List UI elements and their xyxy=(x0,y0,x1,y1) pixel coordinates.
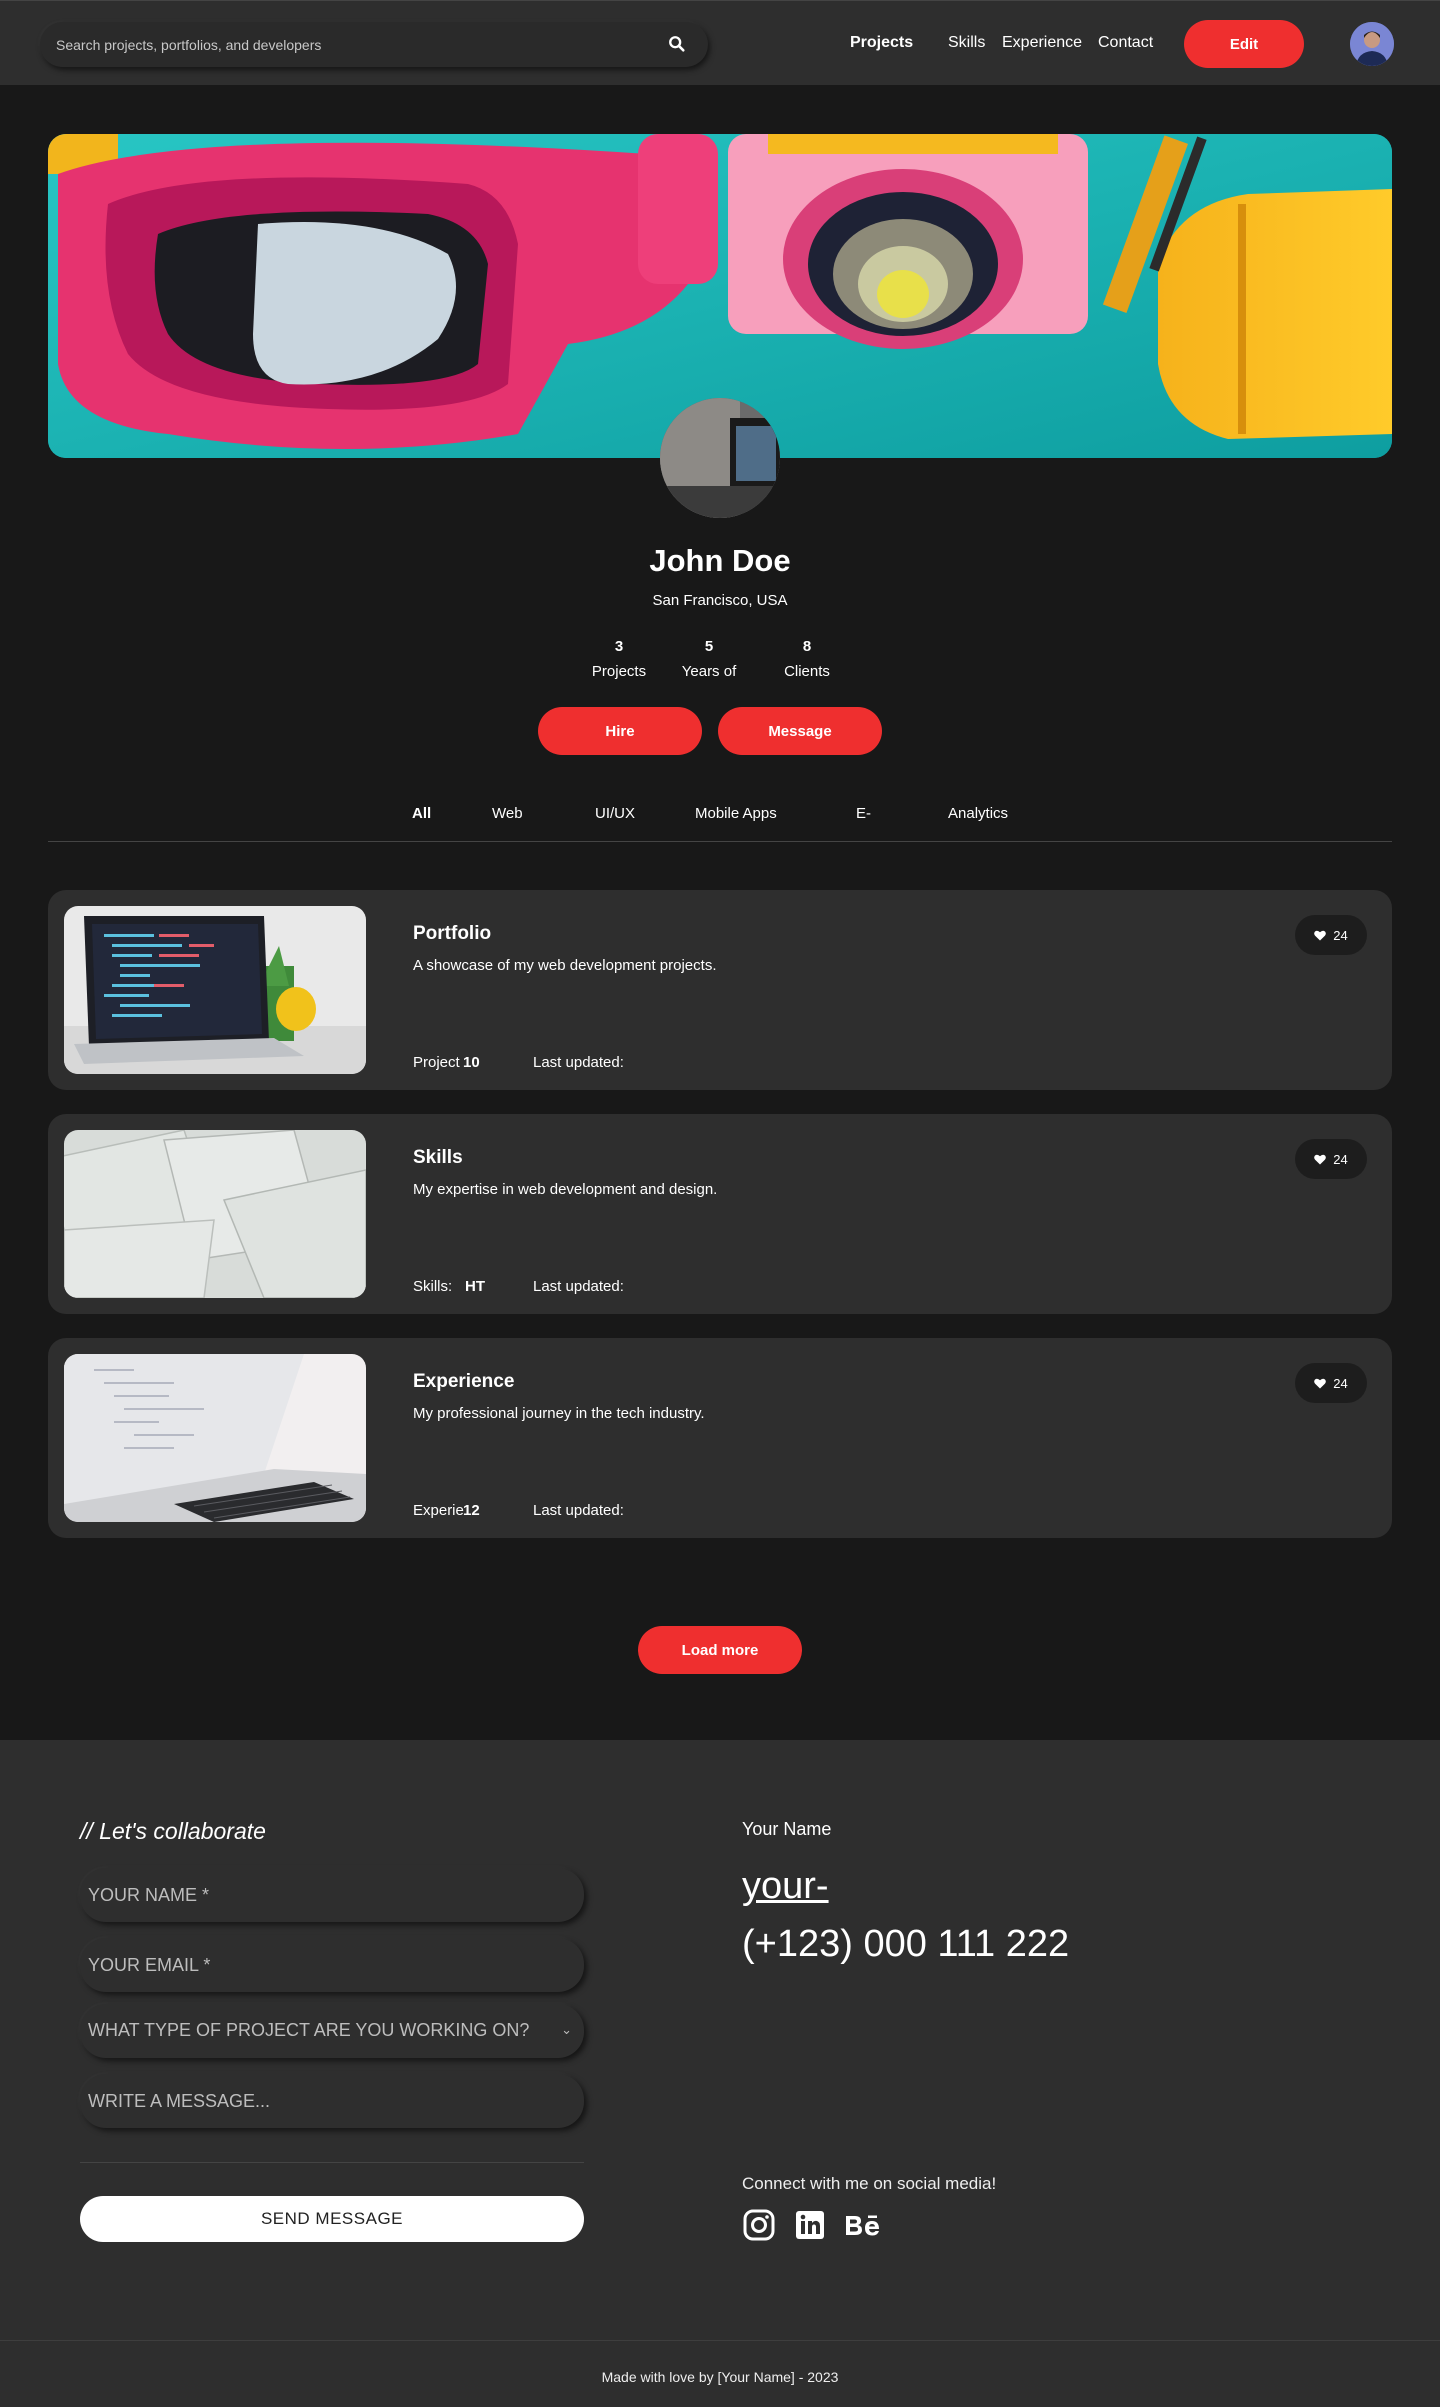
card-title: Experience xyxy=(413,1371,515,1392)
send-message-button[interactable]: SEND MESSAGE xyxy=(80,2196,584,2242)
email-link[interactable]: your- xyxy=(742,1865,829,1908)
card-last-updated: Last updated: xyxy=(533,1278,624,1295)
project-card-skills[interactable]: Skills My expertise in web development a… xyxy=(48,1114,1392,1314)
load-more-button[interactable]: Load more xyxy=(638,1626,802,1674)
profile-location: San Francisco, USA xyxy=(652,592,788,609)
stat-clients: 8 Clients xyxy=(757,638,857,680)
heart-icon xyxy=(1314,1154,1327,1164)
social-connect-text: Connect with me on social media! xyxy=(742,2174,997,2193)
project-card-portfolio[interactable]: Portfolio A showcase of my web developme… xyxy=(48,890,1392,1090)
card-description: My professional journey in the tech indu… xyxy=(413,1405,705,1422)
profile-photo-image xyxy=(660,398,780,518)
message-button[interactable]: Message xyxy=(718,707,882,755)
card-meta-value: HT xyxy=(465,1278,485,1295)
search-bar[interactable] xyxy=(40,22,708,67)
tabs-divider xyxy=(48,841,1392,842)
linkedin-icon[interactable] xyxy=(793,2208,827,2242)
card-meta-label: Skills: xyxy=(413,1278,453,1295)
card-meta-value: 12 xyxy=(463,1502,480,1519)
nav-link-experience[interactable]: Experience xyxy=(1002,34,1082,52)
card-description: My expertise in web development and desi… xyxy=(413,1181,718,1198)
like-button[interactable]: 24 xyxy=(1295,1139,1367,1179)
page-footer: Made with love by [Your Name] - 2023 xyxy=(0,2340,1440,2407)
tab-ui-ux[interactable]: UI/UX xyxy=(595,805,635,822)
nav-link-contact[interactable]: Contact xyxy=(1098,34,1153,52)
card-last-updated: Last updated: xyxy=(533,1502,624,1519)
form-divider xyxy=(80,2162,584,2163)
profile-photo xyxy=(660,398,780,518)
email-field[interactable] xyxy=(80,1938,584,1992)
tab-all[interactable]: All xyxy=(412,805,431,822)
project-type-placeholder: WHAT TYPE OF PROJECT ARE YOU WORKING ON? xyxy=(88,2020,530,2040)
card-thumbnail xyxy=(64,1354,366,1522)
nav-link-projects[interactable]: Projects xyxy=(850,34,913,52)
tab-e-commerce[interactable]: E- xyxy=(856,805,871,822)
stat-years: 5 Years of xyxy=(659,638,759,680)
card-description: A showcase of my web development project… xyxy=(413,957,717,974)
like-count: 24 xyxy=(1333,1151,1348,1167)
hire-button[interactable]: Hire xyxy=(538,707,702,755)
like-button[interactable]: 24 xyxy=(1295,915,1367,955)
user-avatar[interactable] xyxy=(1350,22,1394,66)
search-icon[interactable] xyxy=(668,35,686,53)
behance-icon[interactable] xyxy=(844,2208,884,2242)
footer-text: Made with love by [Your Name] - 2023 xyxy=(601,2369,839,2385)
instagram-icon[interactable] xyxy=(742,2208,776,2242)
card-thumbnail xyxy=(64,906,366,1074)
heart-icon xyxy=(1314,1378,1327,1388)
contact-section: // Let's collaborate WHAT TYPE OF PROJEC… xyxy=(0,1740,1440,2340)
like-button[interactable]: 24 xyxy=(1295,1363,1367,1403)
heart-icon xyxy=(1314,930,1327,940)
nav-link-skills[interactable]: Skills xyxy=(948,34,985,52)
phone-number: (+123) 000 111 222 xyxy=(742,1923,1070,1965)
edit-button[interactable]: Edit xyxy=(1184,20,1304,68)
card-last-updated: Last updated: xyxy=(533,1054,624,1071)
stat-projects: 3 Projects xyxy=(569,638,669,680)
stat-label: Clients xyxy=(784,663,830,680)
top-navbar: Projects Skills Experience Contact Edit xyxy=(0,0,1440,85)
stat-value: 8 xyxy=(802,638,812,655)
card-meta-label: Experie xyxy=(413,1502,464,1519)
message-field[interactable] xyxy=(80,2074,584,2128)
stat-label: Projects xyxy=(591,663,647,680)
contact-name: Your Name xyxy=(742,1819,832,1839)
chevron-down-icon: ⌄ xyxy=(561,2022,572,2037)
tab-analytics[interactable]: Analytics xyxy=(948,805,1008,822)
stat-label: Years of xyxy=(681,663,737,680)
card-title: Portfolio xyxy=(413,923,492,944)
like-count: 24 xyxy=(1333,1375,1348,1391)
paper-stack-image xyxy=(64,1130,366,1298)
tab-mobile-apps[interactable]: Mobile Apps xyxy=(695,805,777,822)
card-meta-label: Project xyxy=(413,1054,460,1071)
profile-name: John Doe xyxy=(649,543,791,578)
tab-web[interactable]: Web xyxy=(492,805,523,822)
card-meta-value: 10 xyxy=(463,1054,480,1071)
search-input[interactable] xyxy=(56,22,656,67)
card-title: Skills xyxy=(413,1147,463,1168)
collaborate-heading: // Let's collaborate xyxy=(80,1818,266,1844)
project-type-select[interactable]: WHAT TYPE OF PROJECT ARE YOU WORKING ON?… xyxy=(80,2004,584,2058)
laptop-code-image xyxy=(64,906,366,1074)
laptop-keyboard-image xyxy=(64,1354,366,1522)
card-thumbnail xyxy=(64,1130,366,1298)
stat-value: 3 xyxy=(614,638,624,655)
name-field[interactable] xyxy=(80,1868,584,1922)
user-avatar-image xyxy=(1350,22,1394,66)
like-count: 24 xyxy=(1333,927,1348,943)
project-card-experience[interactable]: Experience My professional journey in th… xyxy=(48,1338,1392,1538)
stat-value: 5 xyxy=(704,638,714,655)
